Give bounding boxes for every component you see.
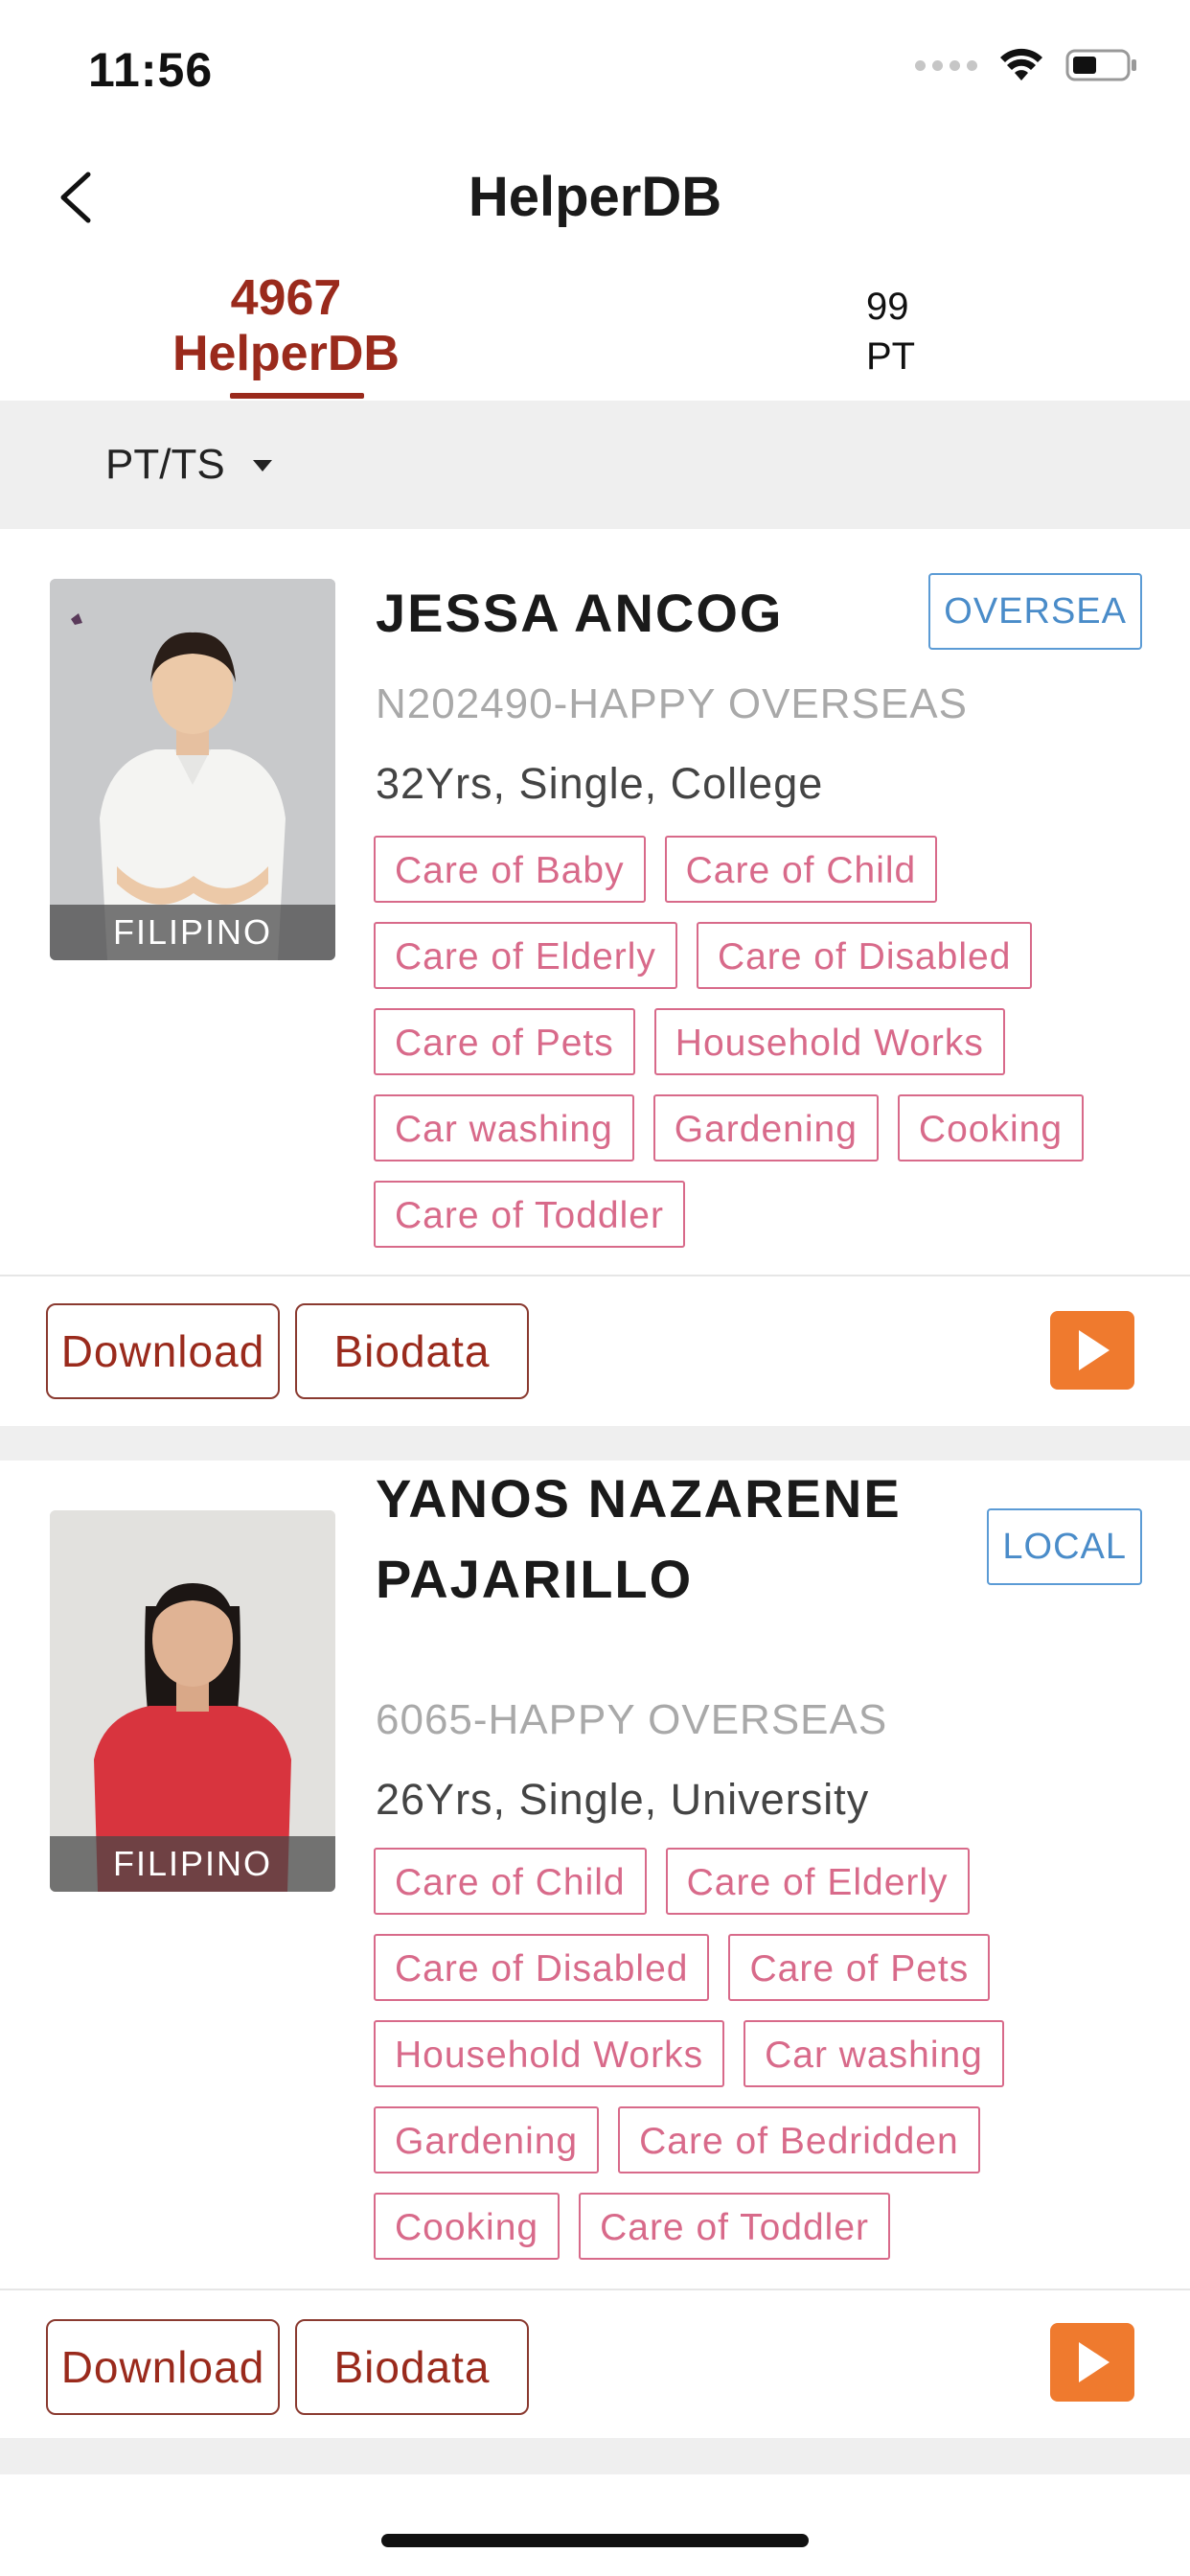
skill-tag: Car washing <box>374 1094 634 1162</box>
skill-tag: Car washing <box>744 2020 1004 2087</box>
skill-tag: Cooking <box>374 2193 561 2260</box>
skill-tag: Care of Elderly <box>665 1848 970 1915</box>
biodata-button[interactable]: Biodata <box>295 2319 529 2415</box>
card-separator <box>0 2438 1190 2474</box>
person-photo-illustration <box>50 579 335 960</box>
download-button[interactable]: Download <box>46 1303 280 1399</box>
skill-tag: Care of Baby <box>374 836 646 903</box>
tab-helperdb[interactable]: 4967 HelperDB <box>172 270 400 381</box>
skill-tag: Care of Elderly <box>374 922 677 989</box>
card-divider <box>0 1275 1190 1276</box>
tab-label: PT <box>866 335 916 378</box>
skill-tag: Care of Toddler <box>579 2193 891 2260</box>
nationality-label: FILIPINO <box>50 905 335 960</box>
play-video-icon[interactable] <box>1050 2323 1134 2402</box>
wifi-icon <box>1000 48 1042 80</box>
agency-code: 6065-HAPPY OVERSEAS <box>376 1696 888 1743</box>
helper-name: YANOS NAZARENE PAJARILLO <box>376 1468 902 1609</box>
tab-bar: 4967 HelperDB 99 PT <box>0 259 1190 401</box>
skill-tag: Gardening <box>374 2106 600 2174</box>
status-badge: OVERSEA <box>928 573 1142 650</box>
status-time: 11:56 <box>88 43 214 97</box>
skill-tag: Household Works <box>653 1008 1005 1075</box>
skill-tag: Care of Toddler <box>374 1181 685 1248</box>
skill-tag: Care of Disabled <box>374 1934 710 2001</box>
skill-tags: Care of Baby Care of Child Care of Elder… <box>374 836 1140 1248</box>
skill-tag: Care of Child <box>374 1848 647 1915</box>
filter-dropdown[interactable]: PT/TS <box>105 441 225 489</box>
status-bar: 11:56 <box>0 0 1190 134</box>
battery-icon <box>1065 49 1136 81</box>
cellular-signal-icon <box>915 59 977 71</box>
card-divider <box>0 2288 1190 2290</box>
skill-tag: Care of Disabled <box>696 922 1033 989</box>
nationality-label: FILIPINO <box>50 1836 335 1892</box>
tab-pt[interactable]: 99 PT <box>866 282 915 381</box>
status-badge: LOCAL <box>987 1508 1142 1585</box>
tab-count: 4967 <box>230 270 342 326</box>
helper-photo[interactable]: FILIPINO <box>50 579 335 960</box>
skill-tag: Care of Bedridden <box>618 2106 980 2174</box>
download-button[interactable]: Download <box>46 2319 280 2415</box>
navigation-bar: HelperDB <box>0 134 1190 259</box>
active-tab-indicator <box>230 393 364 399</box>
tab-count: 99 <box>866 286 909 328</box>
skill-tags: Care of Child Care of Elderly Care of Di… <box>374 1848 1140 2260</box>
home-indicator[interactable] <box>381 2534 809 2547</box>
play-video-icon[interactable] <box>1050 1311 1134 1390</box>
skill-tag: Household Works <box>374 2020 725 2087</box>
helper-card: FILIPINO YANOS NAZARENE PAJARILLO LOCAL … <box>0 1460 1190 2438</box>
skill-tag: Gardening <box>652 1094 879 1162</box>
skill-tag: Care of Pets <box>374 1008 635 1075</box>
caret-down-icon[interactable] <box>253 460 272 472</box>
skill-tag: Care of Pets <box>728 1934 991 2001</box>
skill-tag: Care of Child <box>664 836 938 903</box>
tab-label: HelperDB <box>172 326 400 382</box>
filter-bar: PT/TS <box>0 401 1190 529</box>
helper-details: 26Yrs, Single, University <box>376 1775 870 1824</box>
helper-photo[interactable]: FILIPINO <box>50 1510 335 1892</box>
agency-code: N202490-HAPPY OVERSEAS <box>376 680 968 727</box>
person-photo-illustration <box>50 1510 335 1892</box>
biodata-button[interactable]: Biodata <box>295 1303 529 1399</box>
skill-tag: Cooking <box>897 1094 1085 1162</box>
status-indicators <box>915 48 1138 82</box>
helper-details: 32Yrs, Single, College <box>376 759 824 808</box>
helper-card: FILIPINO JESSA ANCOG OVERSEA N202490-HAP… <box>0 529 1190 1426</box>
page-title: HelperDB <box>468 166 722 228</box>
card-separator <box>0 1426 1190 1460</box>
helper-name: JESSA ANCOG <box>376 583 784 643</box>
